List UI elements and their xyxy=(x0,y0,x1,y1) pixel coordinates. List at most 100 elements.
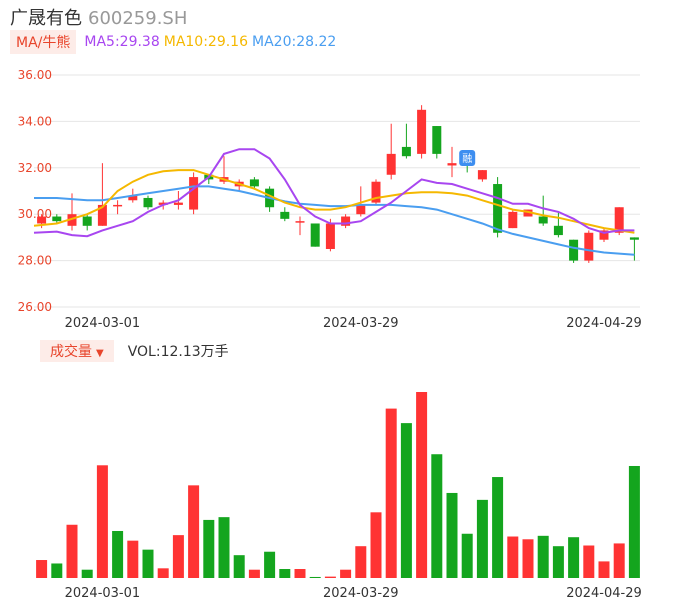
candle xyxy=(629,237,639,261)
candle xyxy=(295,216,305,236)
volume-bar xyxy=(461,533,473,578)
y-tick-label: 32.00 xyxy=(18,161,52,175)
volume-bar xyxy=(552,546,564,578)
candle xyxy=(417,105,427,159)
volume-bar xyxy=(172,535,184,578)
y-tick-label: 26.00 xyxy=(18,300,52,314)
x-tick-label-bottom: 2024-04-29 xyxy=(566,586,642,601)
candle-body xyxy=(52,216,62,222)
y-tick-label: 36.00 xyxy=(18,68,52,82)
candle-body xyxy=(401,146,411,157)
volume-bar xyxy=(66,524,78,578)
candle-body xyxy=(325,223,335,249)
volume-bar xyxy=(522,539,534,578)
candle-body xyxy=(37,216,47,224)
candle xyxy=(447,146,457,178)
candle-body xyxy=(113,204,123,207)
y-tick-label: 34.00 xyxy=(18,114,52,128)
volume-bar xyxy=(248,569,260,578)
candle-body xyxy=(173,202,183,205)
candle xyxy=(386,123,396,180)
volume-bar xyxy=(294,569,306,578)
x-tick-label-bottom: 2024-03-29 xyxy=(323,586,399,601)
candle-body xyxy=(82,216,92,226)
volume-bar xyxy=(628,465,640,578)
volume-bar xyxy=(431,454,443,578)
candle xyxy=(341,214,351,229)
volume-bar xyxy=(385,408,397,578)
candle xyxy=(477,170,487,182)
volume-bar xyxy=(598,561,610,578)
candle-body xyxy=(189,177,199,210)
candle-body xyxy=(356,204,366,215)
candle xyxy=(584,230,594,263)
volume-bar xyxy=(279,569,291,578)
y-tick-label: 30.00 xyxy=(18,207,52,221)
volume-bar xyxy=(370,512,382,578)
candle-body xyxy=(447,163,457,166)
volume-bar xyxy=(583,545,595,578)
candle xyxy=(508,209,518,229)
volume-bar xyxy=(613,543,625,578)
volume-bar xyxy=(127,540,139,578)
volume-bar xyxy=(81,569,93,578)
volume-bar xyxy=(51,563,63,578)
volume-bar xyxy=(142,549,154,578)
marker-text: 融 xyxy=(462,153,472,165)
candle-body xyxy=(249,179,259,187)
volume-bar xyxy=(537,535,549,578)
volume-bar xyxy=(324,576,336,578)
candle xyxy=(143,195,153,210)
candle xyxy=(280,207,290,222)
volume-bar xyxy=(568,537,580,578)
candle xyxy=(82,214,92,231)
volume-bar xyxy=(112,530,124,578)
volume-bar xyxy=(309,576,321,578)
volume-bar xyxy=(400,423,412,578)
volume-bar xyxy=(355,546,367,578)
volume-bar xyxy=(416,392,428,578)
candle-body xyxy=(584,232,594,261)
volume-bar xyxy=(218,517,230,578)
candle-body xyxy=(508,211,518,229)
kline-chart[interactable]: 36.00 34.00 32.00 30.00 28.00 26.00 融 2024-03-0… xyxy=(0,0,686,606)
candle-body xyxy=(629,237,639,240)
volume-bar xyxy=(492,477,504,578)
candle xyxy=(599,228,609,243)
volume-bar xyxy=(264,551,276,578)
candle-body xyxy=(477,170,487,180)
candle xyxy=(371,179,381,205)
volume-bar xyxy=(157,568,169,578)
x-tick-label: 2024-03-01 xyxy=(65,316,141,331)
candle-body xyxy=(310,223,320,247)
volume-bar xyxy=(446,492,458,578)
x-tick-label-bottom: 2024-03-01 xyxy=(65,586,141,601)
candle xyxy=(189,172,199,215)
candle xyxy=(553,211,563,238)
candle-body xyxy=(569,239,579,261)
candle xyxy=(310,223,320,247)
candle-body xyxy=(280,211,290,219)
candle-body xyxy=(143,197,153,208)
volume-bar xyxy=(36,560,48,578)
candle xyxy=(97,163,107,226)
candle xyxy=(538,195,548,226)
candle xyxy=(432,126,442,159)
volume-bar xyxy=(507,536,519,578)
candle xyxy=(113,200,123,215)
candle xyxy=(569,239,579,263)
volume-bar xyxy=(340,569,352,578)
volume-bar xyxy=(188,485,200,578)
candle-body xyxy=(493,184,503,233)
candle-body xyxy=(386,153,396,175)
volume-bar xyxy=(96,465,108,578)
volume-bar xyxy=(476,499,488,578)
x-tick-label: 2024-03-29 xyxy=(323,316,399,331)
margin-trading-marker: 融 xyxy=(459,150,476,166)
volume-bar xyxy=(233,555,245,578)
candle-body xyxy=(295,221,305,223)
volume-bar xyxy=(203,519,215,578)
candle xyxy=(401,123,411,159)
candle-body xyxy=(538,216,548,224)
candle-body xyxy=(553,225,563,236)
